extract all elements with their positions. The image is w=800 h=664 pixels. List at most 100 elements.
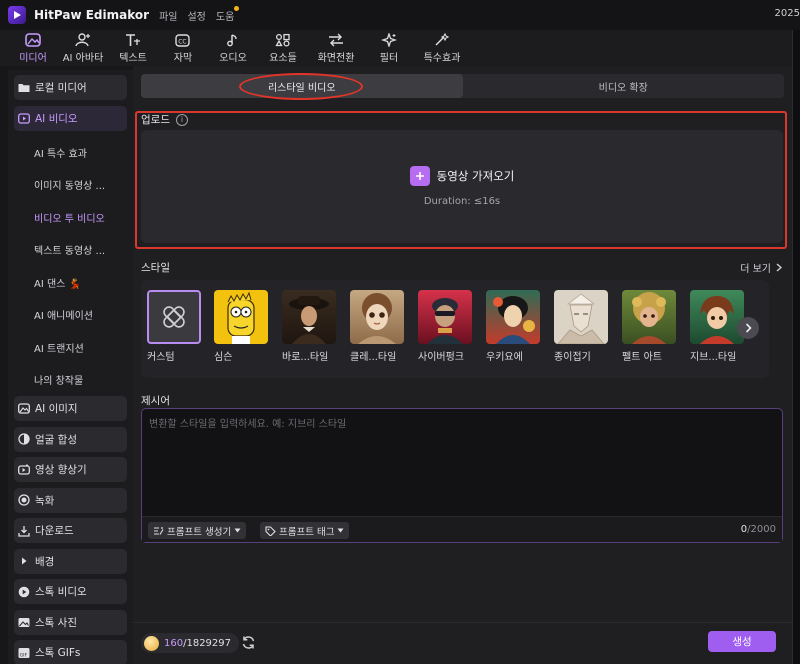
style-item-origami[interactable]: 종이접기 — [554, 290, 610, 363]
sidebar-item-label: 스톡 비디오 — [35, 586, 87, 598]
svg-text:GIF: GIF — [20, 652, 28, 658]
sidebar: 로컬 미디어 AI 비디오 AI 특수 효과 이미지 동영상 ... 비디오 투… — [8, 70, 133, 664]
style-item-ukiyoe[interactable]: 우키요에 — [486, 290, 542, 363]
style-label: 스타일 — [141, 262, 170, 274]
style-item-label: 커스텀 — [147, 352, 175, 363]
effects-icon — [434, 32, 450, 48]
menu-file[interactable]: 파일 — [159, 8, 177, 23]
transition-icon — [327, 32, 345, 48]
sidebar-sub-image-to-video[interactable]: 이미지 동영상 ... — [14, 169, 127, 202]
download-icon — [18, 525, 30, 537]
chevron-right-icon — [776, 263, 782, 272]
style-header: 스타일 더 보기 — [141, 260, 784, 275]
tab-audio[interactable]: 오디오 — [208, 30, 258, 66]
sidebar-item-label: 배경 — [35, 555, 55, 568]
style-item-label: 우키요에 — [486, 352, 523, 363]
tab-filter[interactable]: 필터 — [364, 30, 414, 66]
tab-caption[interactable]: CC 자막 — [158, 30, 208, 66]
menu-help-label: 도움 — [215, 11, 235, 23]
tab-elements[interactable]: 요소들 — [258, 30, 308, 66]
style-item-label: 펠트 아트 — [622, 352, 662, 363]
notification-dot-icon — [234, 5, 240, 11]
sidebar-item-local-media[interactable]: 로컬 미디어 — [14, 75, 127, 100]
style-carousel: 커스텀 심슨 바로...타일 클레...타일 사이버펑크 우키요에 종이접기 펠… — [141, 280, 769, 378]
tab-effects[interactable]: 특수효과 — [414, 30, 470, 66]
sidebar-sub-ai-effects[interactable]: AI 특수 효과 — [14, 136, 127, 169]
tab-video-extend[interactable]: 비디오 확장 — [463, 74, 785, 98]
app-title: HitPaw Edimakor — [34, 8, 150, 22]
sidebar-item-video-enhancer[interactable]: 영상 향상기 — [14, 457, 127, 482]
sidebar-item-record[interactable]: 녹화 — [14, 487, 127, 513]
mode-segmented-control: 리스타일 비디오 비디오 확장 — [141, 74, 784, 98]
sidebar-sub-ai-dance[interactable]: AI 댄스 💃 — [14, 266, 127, 299]
character-count: 0/2000 — [741, 524, 776, 535]
sidebar-sub-ai-transition[interactable]: AI 트랜지션 — [14, 331, 127, 364]
sidebar-item-label: 영상 향상기 — [35, 464, 87, 476]
prompt-box: 프롬프트 생성기 프롬프트 태그 0/2000 — [141, 408, 783, 543]
sidebar-item-label: 스톡 사진 — [35, 616, 77, 629]
tab-transition-label: 화면전환 — [317, 53, 355, 64]
sidebar-item-label: 다운로드 — [35, 525, 74, 537]
right-panel-edge — [792, 30, 800, 664]
more-styles-link[interactable]: 더 보기 — [740, 260, 782, 275]
menu-help[interactable]: 도움 — [215, 5, 240, 23]
more-styles-label: 더 보기 — [740, 264, 771, 275]
sidebar-sub-text-to-video[interactable]: 텍스트 동영상 ... — [14, 234, 127, 267]
style-item-label: 사이버펑크 — [418, 352, 464, 363]
prompt-toolbar: 프롬프트 생성기 프롬프트 태그 0/2000 — [142, 516, 782, 542]
style-item-felt-art[interactable]: 펠트 아트 — [622, 290, 678, 363]
tab-media[interactable]: 미디어 — [8, 30, 58, 66]
menu-settings[interactable]: 설정 — [187, 8, 205, 23]
sidebar-item-face-swap[interactable]: 얼굴 합성 — [14, 426, 127, 452]
carousel-next-button[interactable] — [737, 317, 759, 339]
annotation-ellipse — [239, 73, 363, 100]
gif-icon: GIF — [18, 647, 30, 659]
caret-down-icon — [234, 528, 241, 533]
style-item-clay[interactable]: 클레...타일 — [350, 290, 406, 363]
sidebar-item-stock-gifs[interactable]: GIF 스톡 GIFs — [14, 640, 127, 664]
sidebar-item-background[interactable]: 배경 — [14, 548, 127, 574]
sidebar-sub-my-creations[interactable]: 나의 창작물 — [14, 364, 127, 397]
refresh-icon[interactable] — [241, 635, 256, 653]
caption-icon: CC — [175, 32, 191, 48]
character-count-max: /2000 — [747, 524, 776, 535]
tab-caption-label: 자막 — [173, 53, 193, 64]
wand-list-icon — [153, 526, 164, 536]
style-item-simpsons[interactable]: 심슨 — [214, 290, 270, 363]
style-item-cyberpunk[interactable]: 사이버펑크 — [418, 290, 474, 363]
app-logo-icon — [8, 6, 26, 24]
play-circle-icon — [18, 586, 30, 598]
tab-text-label: 텍스트 — [119, 53, 147, 64]
ai-video-icon — [18, 112, 30, 124]
elements-icon — [275, 32, 291, 48]
sidebar-item-ai-video[interactable]: AI 비디오 — [14, 105, 127, 131]
sidebar-sub-video-to-video[interactable]: 비디오 투 비디오 — [14, 201, 127, 234]
style-item-baroque[interactable]: 바로...타일 — [282, 290, 338, 363]
tab-transition[interactable]: 화면전환 — [308, 30, 364, 66]
sidebar-item-download[interactable]: 다운로드 — [14, 518, 127, 543]
felt-art-thumb — [622, 290, 676, 344]
style-item-label: 종이접기 — [554, 352, 591, 363]
generate-button[interactable]: 생성 — [708, 631, 776, 652]
tab-audio-label: 오디오 — [219, 53, 247, 64]
style-item-custom[interactable]: 커스텀 — [147, 290, 203, 363]
filter-icon — [381, 32, 397, 48]
sidebar-item-ai-image[interactable]: AI 이미지 — [14, 396, 127, 421]
sidebar-item-stock-video[interactable]: 스톡 비디오 — [14, 579, 127, 604]
sidebar-item-stock-photo[interactable]: 스톡 사진 — [14, 609, 127, 635]
sidebar-sub-ai-animation[interactable]: AI 애니메이션 — [14, 299, 127, 332]
prompt-generator-dropdown[interactable]: 프롬프트 생성기 — [148, 522, 247, 539]
prompt-tag-dropdown[interactable]: 프롬프트 태그 — [260, 522, 350, 539]
simpsons-thumb — [214, 290, 268, 344]
tab-media-label: 미디어 — [19, 53, 47, 64]
enhancer-icon — [18, 464, 30, 476]
prompt-input[interactable] — [143, 410, 781, 514]
tab-ai-avatar[interactable]: AI 아바타 — [58, 30, 108, 66]
chevron-right-icon — [745, 323, 752, 333]
tab-text[interactable]: 텍스트 — [108, 30, 158, 66]
annotation-rectangle — [135, 111, 787, 249]
tab-ai-avatar-label: AI 아바타 — [62, 53, 104, 64]
prompt-tag-label: 프롬프트 태그 — [279, 526, 335, 538]
caret-down-icon — [337, 528, 344, 533]
image-icon — [18, 403, 30, 415]
